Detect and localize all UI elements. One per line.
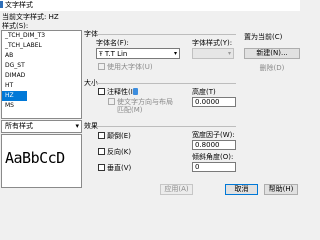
set-current-button[interactable]: 置为当前(C) bbox=[244, 33, 300, 44]
style-filter-select[interactable]: 所有样式 ▾ bbox=[1, 120, 82, 133]
style-list-item[interactable]: HT bbox=[2, 81, 81, 91]
info-icon bbox=[133, 88, 138, 95]
style-list-item[interactable]: MS bbox=[2, 101, 81, 111]
backwards-label: 反向(K) bbox=[107, 148, 132, 156]
effects-group-divider bbox=[96, 126, 236, 127]
annotative-label: 注释性(I) bbox=[107, 88, 136, 96]
font-name-value: Ŧ T.T Lin bbox=[99, 50, 128, 58]
big-font-checkbox[interactable] bbox=[98, 63, 105, 70]
width-factor-label: 宽度因子(W): bbox=[192, 131, 235, 139]
apply-button[interactable]: 应用(A) bbox=[160, 184, 193, 195]
chevron-down-icon: ▾ bbox=[173, 50, 177, 57]
font-name-label: 字体名(F): bbox=[96, 39, 129, 47]
preview-box: AaBbCcD bbox=[1, 134, 82, 188]
height-input[interactable]: 0.0000 bbox=[192, 97, 236, 107]
chevron-down-icon: ▾ bbox=[227, 50, 231, 57]
oblique-value: 0 bbox=[195, 163, 200, 171]
height-value: 0.0000 bbox=[195, 98, 220, 106]
width-factor-value: 0.8000 bbox=[195, 141, 220, 149]
truetype-icon: Ŧ bbox=[99, 51, 103, 58]
big-font-label: 使用大字体(U) bbox=[107, 63, 153, 71]
help-button[interactable]: 帮助(H) bbox=[264, 184, 298, 195]
style-list-item[interactable]: _TCH_LABEL bbox=[2, 41, 81, 51]
style-list-item[interactable]: HZ bbox=[2, 91, 27, 101]
font-style-label: 字体样式(Y): bbox=[192, 39, 233, 47]
current-style: 当前文字样式: HZ bbox=[2, 13, 59, 21]
width-factor-input[interactable]: 0.8000 bbox=[192, 140, 236, 150]
style-list-item[interactable]: AB bbox=[2, 51, 81, 61]
new-button[interactable]: 新建(N)... bbox=[244, 48, 300, 59]
height-label: 高度(T) bbox=[192, 88, 216, 96]
style-list-item[interactable]: DIMAD bbox=[2, 71, 81, 81]
upside-down-label: 颠倒(E) bbox=[107, 132, 131, 140]
backwards-checkbox[interactable] bbox=[98, 148, 105, 155]
match-orientation-checkbox[interactable] bbox=[108, 98, 115, 105]
upside-down-checkbox[interactable] bbox=[98, 132, 105, 139]
style-list-item[interactable]: _TCH_DIM_T3 bbox=[2, 31, 81, 41]
oblique-label: 倾斜角度(O): bbox=[192, 153, 234, 161]
app-icon bbox=[0, 1, 3, 8]
window-title: 文字样式 bbox=[5, 1, 33, 9]
font-group-divider bbox=[96, 34, 236, 35]
oblique-input[interactable]: 0 bbox=[192, 162, 236, 172]
annotative-checkbox[interactable] bbox=[98, 88, 105, 95]
current-style-value: HZ bbox=[48, 13, 59, 21]
title-bar bbox=[0, 0, 300, 11]
vertical-checkbox[interactable] bbox=[98, 164, 105, 171]
style-list[interactable]: _TCH_DIM_T3 _TCH_LABEL AB DG_ST DIMAD HT HZ MS bbox=[1, 30, 82, 119]
styles-label: 样式(S): bbox=[2, 22, 29, 30]
chevron-down-icon: ▾ bbox=[75, 122, 79, 130]
font-style-select[interactable]: ▾ bbox=[192, 48, 234, 59]
match-orientation-label: 使文字方向与布局匹配(M) bbox=[117, 98, 173, 114]
preview-text: AaBbCcD bbox=[5, 149, 65, 167]
style-filter-value: 所有样式 bbox=[5, 122, 33, 130]
vertical-label: 垂直(V) bbox=[107, 164, 132, 172]
current-style-label: 当前文字样式: bbox=[2, 13, 47, 21]
style-list-item[interactable]: DG_ST bbox=[2, 61, 81, 71]
size-group-divider bbox=[96, 83, 236, 84]
cancel-button[interactable]: 取消 bbox=[225, 184, 258, 195]
font-name-select[interactable]: Ŧ T.T Lin ▾ bbox=[96, 48, 180, 59]
delete-button[interactable]: 删除(D) bbox=[244, 64, 300, 75]
